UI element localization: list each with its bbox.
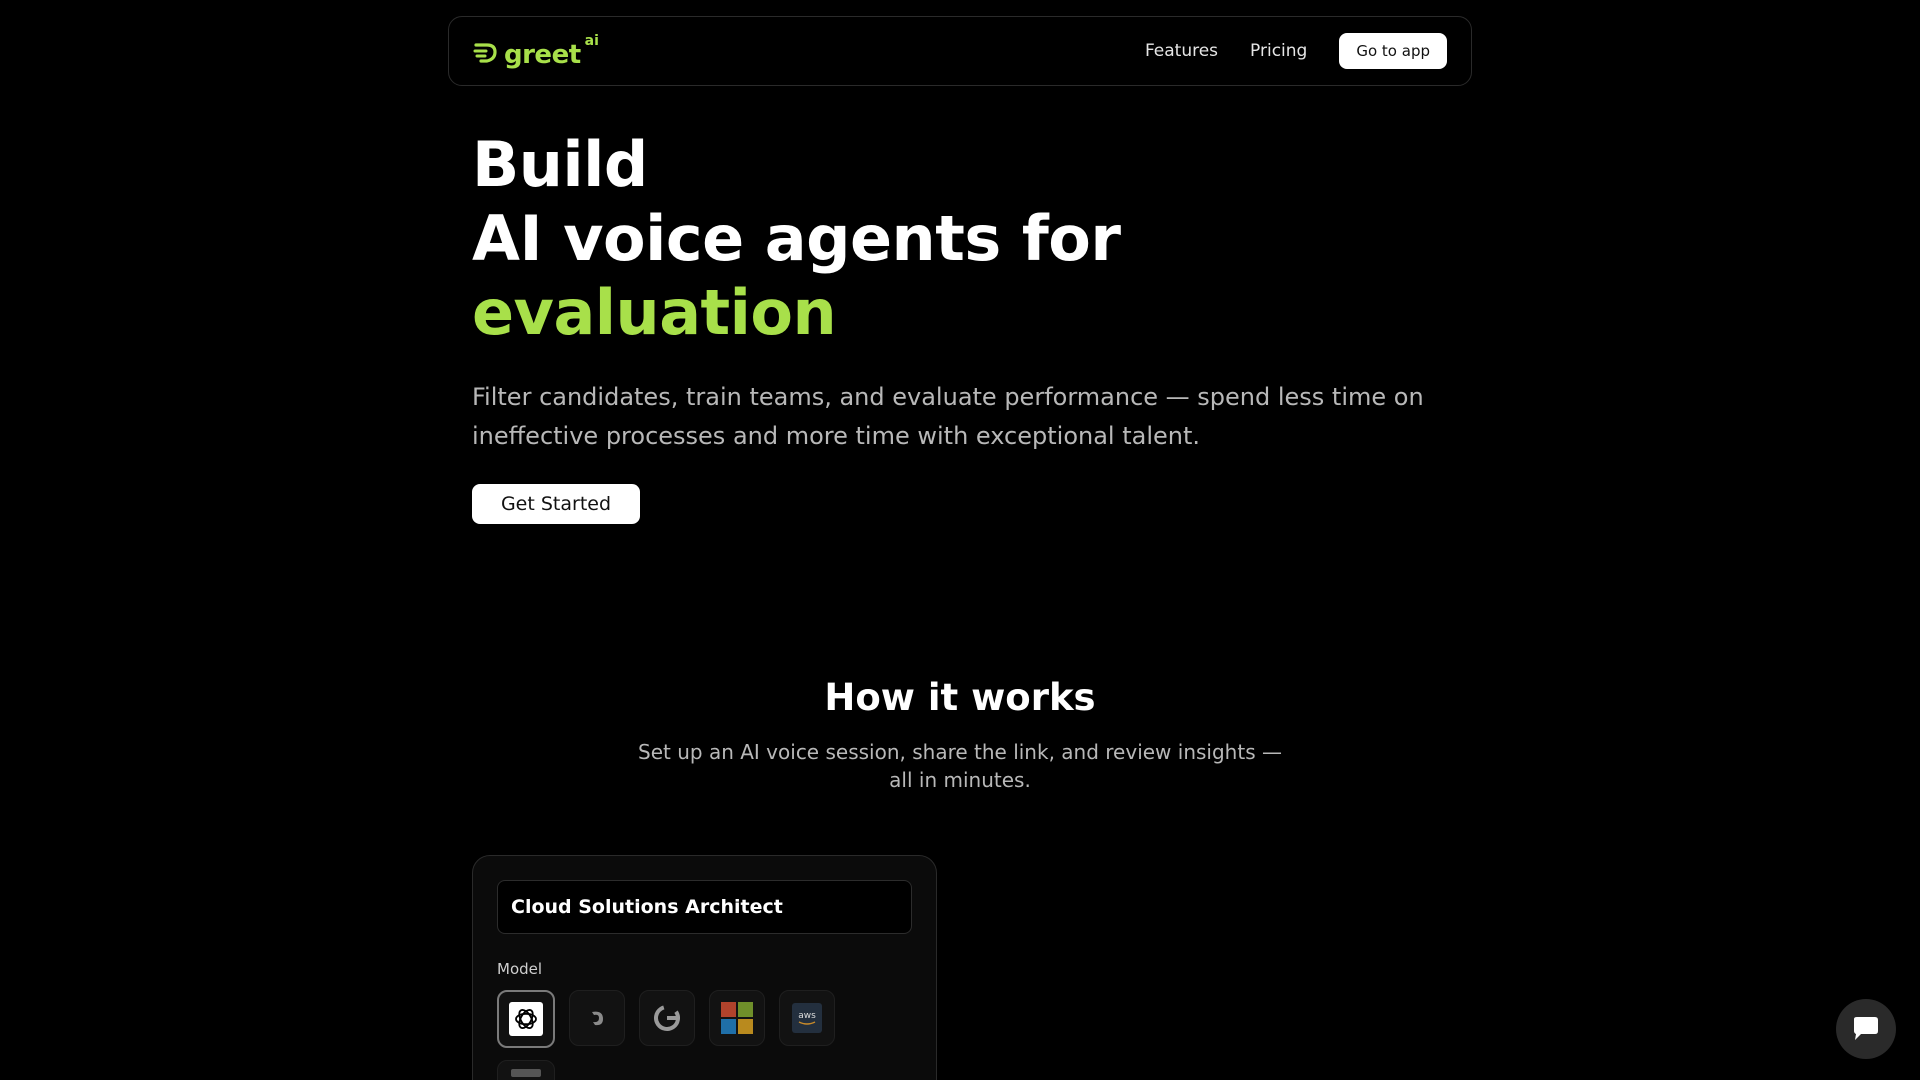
hero-headline: Build AI voice agents for evaluation: [472, 128, 1472, 350]
deepseek-icon: [592, 1011, 603, 1026]
nav-link-features[interactable]: Features: [1145, 41, 1218, 61]
section-subtitle: Set up an AI voice session, share the li…: [638, 740, 1282, 792]
hero-line-2: AI voice agents for: [472, 202, 1121, 275]
model-option-deepseek[interactable]: [569, 990, 625, 1046]
role-title-field[interactable]: Cloud Solutions Architect: [497, 880, 912, 934]
model-option-microsoft[interactable]: [709, 990, 765, 1046]
section-title: How it works: [824, 676, 1096, 719]
get-started-button[interactable]: Get Started: [472, 484, 640, 524]
aws-logo-text: aws: [798, 1010, 816, 1021]
brand-superscript: ai: [584, 33, 599, 49]
aws-icon: aws: [792, 1003, 822, 1033]
model-option-google[interactable]: [639, 990, 695, 1046]
how-it-works-section: How it works Set up an AI voice session,…: [0, 674, 1920, 794]
nav-menu: Features Pricing Go to app: [1145, 33, 1447, 69]
hero-line-accent: evaluation: [472, 276, 837, 349]
model-selector-row-2: [497, 1060, 912, 1080]
openai-icon: [509, 1002, 543, 1036]
nav-link-pricing[interactable]: Pricing: [1250, 41, 1307, 61]
go-to-app-button[interactable]: Go to app: [1339, 33, 1447, 69]
model-option-aws[interactable]: aws: [779, 990, 835, 1046]
model-icon: [511, 1069, 541, 1077]
model-label: Model: [497, 960, 543, 978]
model-selector: aws: [497, 990, 912, 1048]
hero-subtitle: Filter candidates, train teams, and eval…: [472, 383, 1424, 450]
landing-page: greet ai Features Pricing Go to app Buil…: [0, 0, 1920, 1080]
chat-bubble-icon: [1854, 1017, 1878, 1040]
hero-line-1: Build: [472, 128, 648, 201]
microsoft-icon: [721, 1002, 753, 1034]
hero-section: Build AI voice agents for evaluation Fil…: [472, 128, 1472, 524]
google-icon: [654, 1005, 680, 1031]
swirl-logo-icon: [473, 43, 497, 63]
brand-logo[interactable]: greet ai: [473, 31, 599, 71]
model-option-openai[interactable]: [497, 990, 555, 1048]
session-setup-card: Cloud Solutions Architect Model aws: [472, 855, 937, 1080]
brand-name: greet: [504, 40, 581, 70]
chat-launcher-button[interactable]: [1836, 999, 1896, 1059]
navbar: greet ai Features Pricing Go to app: [448, 16, 1472, 86]
model-option-more[interactable]: [497, 1060, 555, 1080]
